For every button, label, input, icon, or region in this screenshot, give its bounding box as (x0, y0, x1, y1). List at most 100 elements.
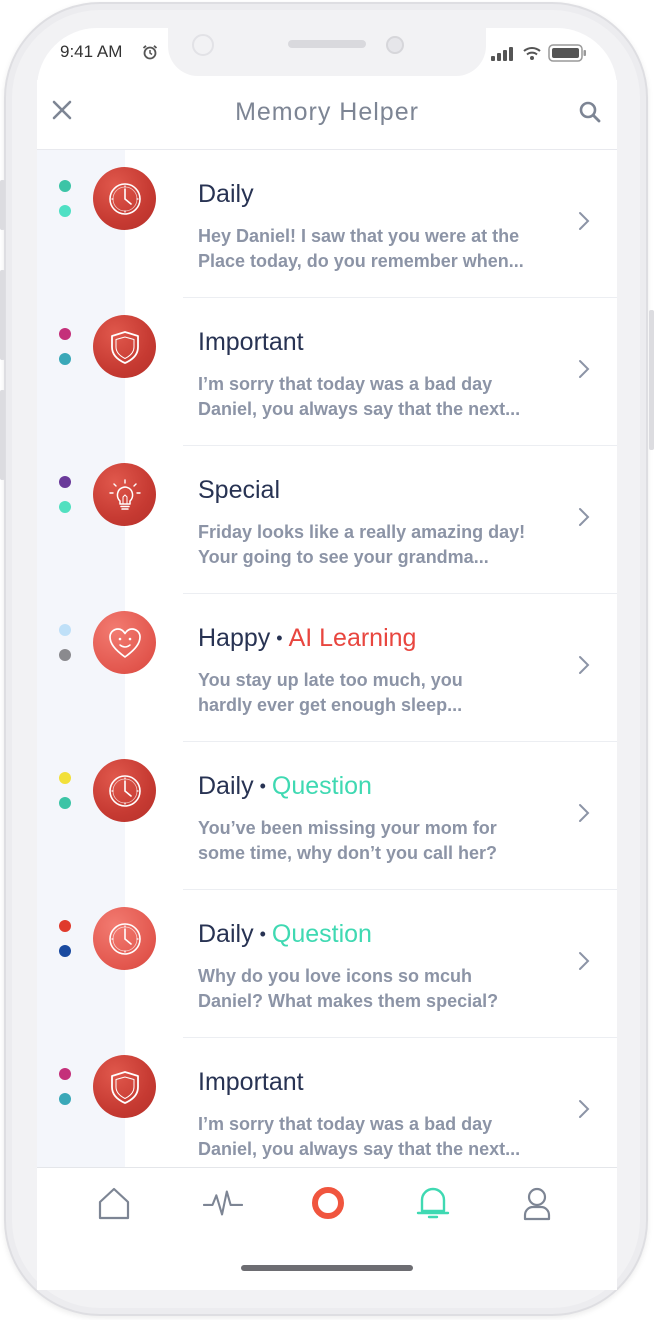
message-line: You’ve been missing your mom for (198, 818, 497, 838)
message-line: Place today, do you remember when... (198, 251, 524, 271)
tab-notifications[interactable] (413, 1183, 453, 1223)
message-line: You stay up late too much, you (198, 670, 463, 690)
home-icon (98, 1187, 130, 1220)
category-dot (59, 797, 71, 809)
list-item[interactable]: Daily • Question Why do you love icons so … (37, 890, 617, 1038)
category-dot (59, 1093, 71, 1105)
tab-home[interactable] (94, 1183, 134, 1223)
side-button (0, 270, 5, 360)
message-line: hardly ever get enough sleep... (198, 695, 463, 715)
tab-record[interactable] (308, 1183, 348, 1223)
list-item[interactable]: Important• I’m sorry that today was a ba… (37, 298, 617, 446)
chevron-right-icon (579, 1100, 590, 1118)
item-title: Important• (198, 328, 304, 357)
item-category: Important (198, 328, 304, 356)
item-category: Daily (198, 920, 254, 948)
clock-icon (108, 182, 141, 215)
list-item[interactable]: Special• Friday looks like a really amaz… (37, 446, 617, 594)
ring-icon (312, 1187, 344, 1219)
battery-icon (548, 44, 586, 62)
status-indicators (490, 44, 588, 62)
chevron-right-icon (579, 656, 590, 674)
side-button (649, 310, 654, 450)
category-dot (59, 476, 71, 488)
item-message: Why do you love icons so mcuh Daniel? Wha… (198, 964, 578, 1014)
category-dot (59, 180, 71, 192)
close-icon[interactable] (50, 98, 74, 122)
item-tag: Question (271, 920, 372, 948)
side-button (0, 390, 5, 480)
search-icon[interactable] (578, 100, 602, 124)
message-line: Friday looks like a really amazing day! (198, 522, 526, 542)
chevron-right-icon (579, 212, 590, 230)
item-message: Friday looks like a really amazing day! Y… (198, 520, 578, 570)
shield-avatar (93, 1055, 156, 1118)
home-indicator[interactable] (241, 1265, 413, 1271)
memory-list: Daily• Hey Daniel! I saw that you were a… (37, 150, 617, 1168)
lightbulb-avatar (93, 463, 156, 526)
list-item[interactable]: Happy • AI Learning You stay up late too m… (37, 594, 617, 742)
item-tag: AI Learning (288, 624, 417, 652)
message-line: Hey Daniel! I saw that you were at the (198, 226, 520, 246)
notch (168, 28, 486, 76)
list-item[interactable]: Important• I’m sorry that today was a ba… (37, 1038, 617, 1168)
item-title: Daily • Question (198, 772, 372, 801)
category-dot (59, 772, 71, 784)
separator-dot: • (259, 776, 266, 796)
item-message: Hey Daniel! I saw that you were at the Pl… (198, 224, 578, 274)
chevron-right-icon (579, 508, 590, 526)
category-dot (59, 1068, 71, 1080)
list-item[interactable]: Daily • Question You’ve been missing your … (37, 742, 617, 890)
bell-icon (416, 1187, 450, 1219)
lightbulb-icon (108, 478, 141, 510)
category-dot (59, 649, 71, 661)
clock-avatar (93, 759, 156, 822)
item-category: Daily (198, 180, 254, 208)
item-title: Happy • AI Learning (198, 624, 416, 653)
category-dot (59, 205, 71, 217)
signal-icon (491, 47, 513, 61)
shield-icon (110, 1070, 139, 1104)
tab-activity[interactable] (203, 1183, 243, 1223)
clock-avatar (93, 907, 156, 970)
page-title: Memory Helper (235, 98, 419, 126)
message-line: Daniel? What makes them special? (198, 991, 499, 1011)
item-title: Special• (198, 476, 280, 505)
category-dot (59, 353, 71, 365)
shield-avatar (93, 315, 156, 378)
category-dot (59, 624, 71, 636)
separator-dot: • (259, 924, 266, 944)
proximity-sensor (192, 34, 214, 56)
list-item[interactable]: Daily• Hey Daniel! I saw that you were a… (37, 150, 617, 298)
tab-profile[interactable] (517, 1183, 557, 1223)
category-dot (59, 328, 71, 340)
item-message: You’ve been missing your mom for some tim… (198, 816, 578, 866)
separator-dot: • (276, 628, 283, 648)
message-line: Daniel, you always say that the next... (198, 1139, 521, 1159)
message-line: some time, why don’t you call her? (198, 843, 498, 863)
item-title: Important• (198, 1068, 304, 1097)
speaker (288, 40, 366, 48)
side-button (0, 180, 5, 230)
item-message: You stay up late too much, you hardly eve… (198, 668, 578, 718)
message-line: Why do you love icons so mcuh (198, 966, 473, 986)
clock-icon (108, 774, 141, 807)
message-line: I’m sorry that today was a bad day (198, 1114, 493, 1134)
profile-icon (523, 1187, 551, 1221)
item-message: I’m sorry that today was a bad day Daniel… (198, 1112, 578, 1162)
category-dot (59, 945, 71, 957)
category-dot (59, 501, 71, 513)
status-time: 9:41 AM (60, 42, 123, 61)
item-title: Daily • Question (198, 920, 372, 949)
item-category: Happy (198, 624, 271, 652)
message-line: Your going to see your grandma... (198, 547, 489, 567)
pulse-icon (203, 1190, 243, 1216)
shield-icon (110, 330, 139, 364)
front-camera (386, 36, 404, 54)
message-line: I’m sorry that today was a bad day (198, 374, 493, 394)
item-category: Special (198, 476, 280, 504)
item-category: Important (198, 1068, 304, 1096)
item-category: Daily (198, 772, 254, 800)
clock-avatar (93, 167, 156, 230)
heart-face-avatar (93, 611, 156, 674)
